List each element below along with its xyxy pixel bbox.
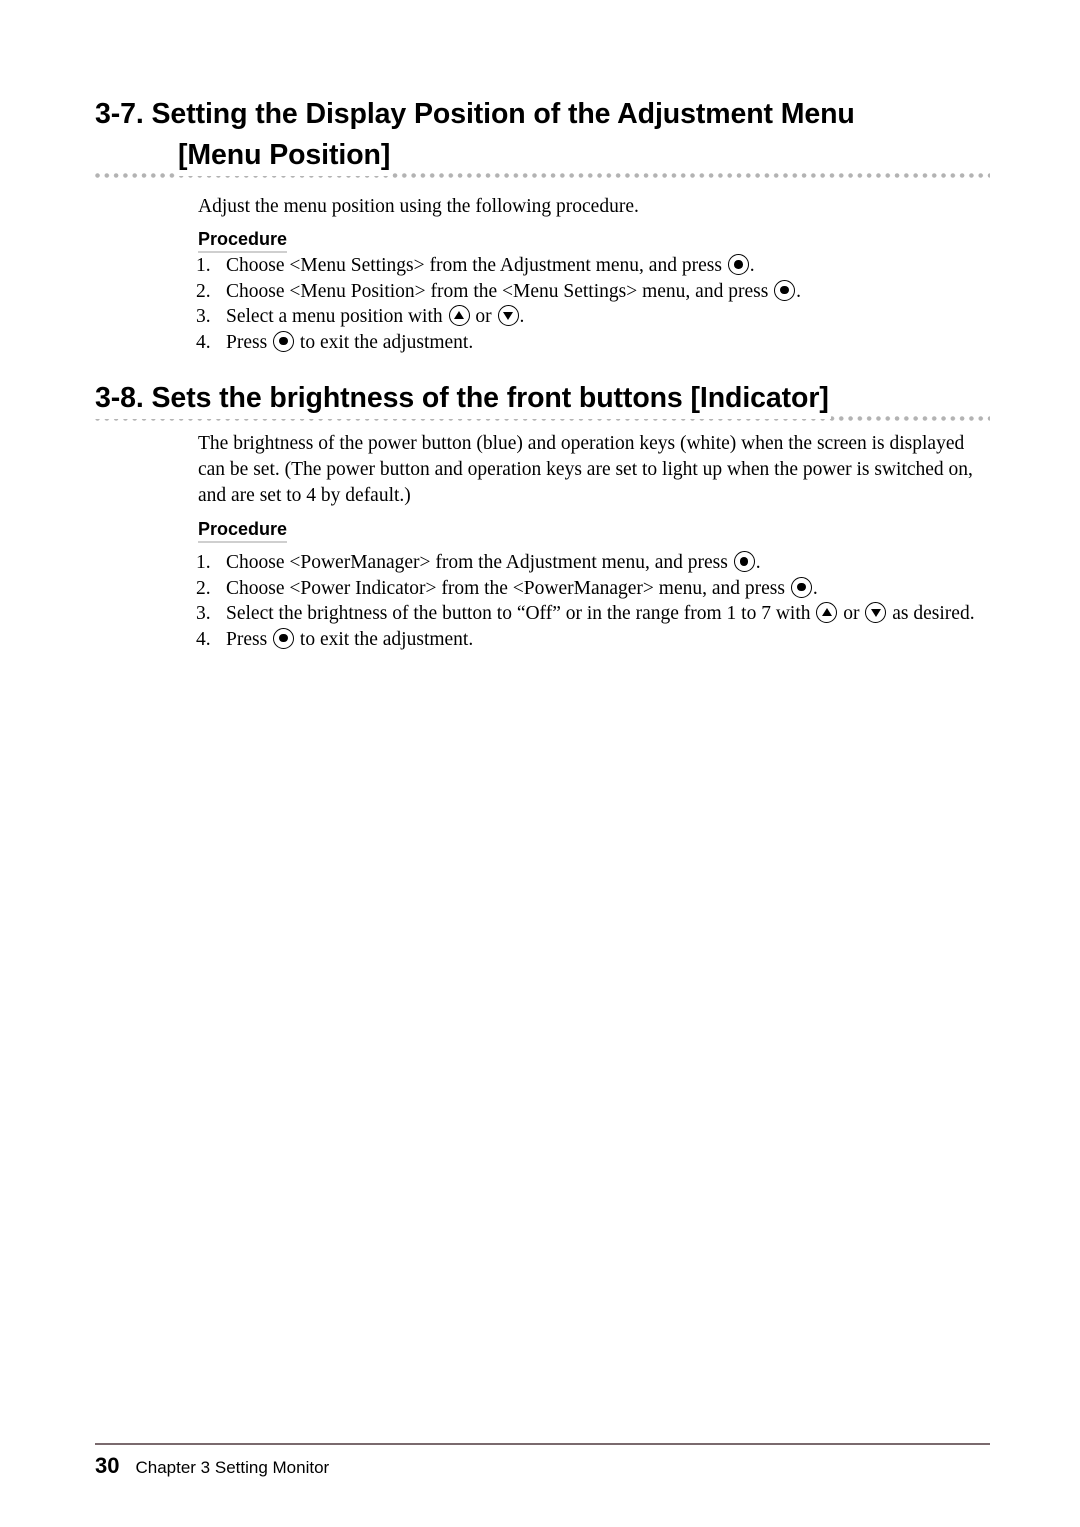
section-heading-wrapper: 3-8. Sets the brightness of the front bu… (95, 378, 990, 421)
enter-button-icon (273, 330, 295, 352)
step-text: Select the brightness of the button to “… (226, 602, 975, 624)
up-glyph (821, 608, 832, 616)
step-number: 2. (196, 577, 211, 599)
step-number: 4. (196, 628, 211, 650)
enter-glyph (734, 260, 743, 269)
document-page: 3-7. Setting the Display Position of the… (0, 0, 1080, 1527)
enter-button-icon (273, 627, 295, 649)
footer-divider (95, 1443, 990, 1445)
procedure-step: 1. Choose <Menu Settings> from the Adjust… (196, 253, 996, 279)
procedure-label-indicator: Procedure (198, 518, 288, 543)
procedure-step: 4. Press to exit the adjustment. (196, 627, 996, 653)
paragraph-text: The brightness of the power button (blue… (198, 433, 973, 506)
intro-paragraph-indicator: The brightness of the power button (blue… (198, 431, 988, 509)
step-text: Select a menu position with or . (226, 305, 525, 327)
enter-glyph (279, 336, 288, 346)
enter-button-icon (774, 279, 796, 301)
procedure-steps-menu-position: 1. Choose <Menu Settings> from the Adjust… (196, 253, 996, 355)
step-text: Press to exit the adjustment. (226, 627, 474, 650)
section-menu-position: 3-7. Setting the Display Position of the… (95, 94, 990, 178)
heading-line-1: 3-8. Sets the brightness of the front bu… (95, 378, 831, 419)
step-text: Choose <Menu Settings> from the Adjustme… (226, 254, 755, 276)
heading-line-1: 3-7. Setting the Display Position of the… (95, 94, 857, 135)
enter-glyph (739, 557, 749, 566)
enter-button-icon (727, 254, 749, 275)
step-number: 2. (196, 280, 211, 302)
step-number: 3. (196, 603, 211, 624)
down-glyph (870, 608, 881, 617)
enter-glyph (797, 582, 806, 592)
page-title-menu-position: 3-7. Setting the Display Position of the… (95, 94, 990, 176)
enter-glyph (780, 285, 789, 295)
enter-glyph (279, 633, 288, 643)
step-number: 3. (196, 306, 211, 327)
procedure-step: 1. Choose <PowerManager> from the Adjustm… (196, 550, 996, 576)
up-button-icon (816, 602, 838, 623)
procedure-step: 4. Press to exit the adjustment. (196, 330, 996, 356)
step-number: 4. (196, 331, 211, 353)
page-footer: 30 Chapter 3 Setting Monitor (95, 1453, 990, 1481)
step-text: Press to exit the adjustment. (226, 330, 474, 353)
up-button-icon (448, 305, 470, 326)
intro-paragraph-menu-position: Adjust the menu position using the follo… (198, 194, 988, 220)
procedure-steps-indicator: 1. Choose <PowerManager> from the Adjustm… (196, 550, 996, 652)
step-text: Choose <Power Indicator> from the <Power… (226, 576, 818, 599)
heading-line-2: [Menu Position] (178, 135, 393, 176)
down-glyph (503, 311, 514, 320)
page-number: 30 (95, 1453, 120, 1478)
paragraph-text: Adjust the menu position using the follo… (198, 196, 639, 217)
footer-chapter-text: Chapter 3 Setting Monitor (135, 1458, 330, 1477)
procedure-step: 2. Choose <Power Indicator> from the <Pow… (196, 576, 996, 602)
step-number: 1. (196, 552, 211, 573)
section-heading-wrapper: 3-7. Setting the Display Position of the… (95, 94, 990, 178)
procedure-label-menu-position: Procedure (198, 228, 288, 253)
down-button-icon (497, 305, 519, 326)
procedure-step: 2. Choose <Menu Position> from the <Menu … (196, 279, 996, 305)
up-glyph (454, 311, 465, 319)
step-text: Choose <Menu Position> from the <Menu Se… (226, 279, 802, 302)
procedure-step: 3. Select a menu position with or . (196, 304, 996, 330)
step-text: Choose <PowerManager> from the Adjustmen… (226, 551, 761, 573)
enter-button-icon (790, 576, 812, 598)
page-title-indicator: 3-8. Sets the brightness of the front bu… (95, 378, 990, 419)
down-button-icon (865, 602, 887, 623)
enter-button-icon (733, 551, 755, 572)
section-indicator: 3-8. Sets the brightness of the front bu… (95, 378, 990, 421)
procedure-step: 3. Select the brightness of the button to… (196, 601, 996, 627)
step-number: 1. (196, 255, 211, 276)
